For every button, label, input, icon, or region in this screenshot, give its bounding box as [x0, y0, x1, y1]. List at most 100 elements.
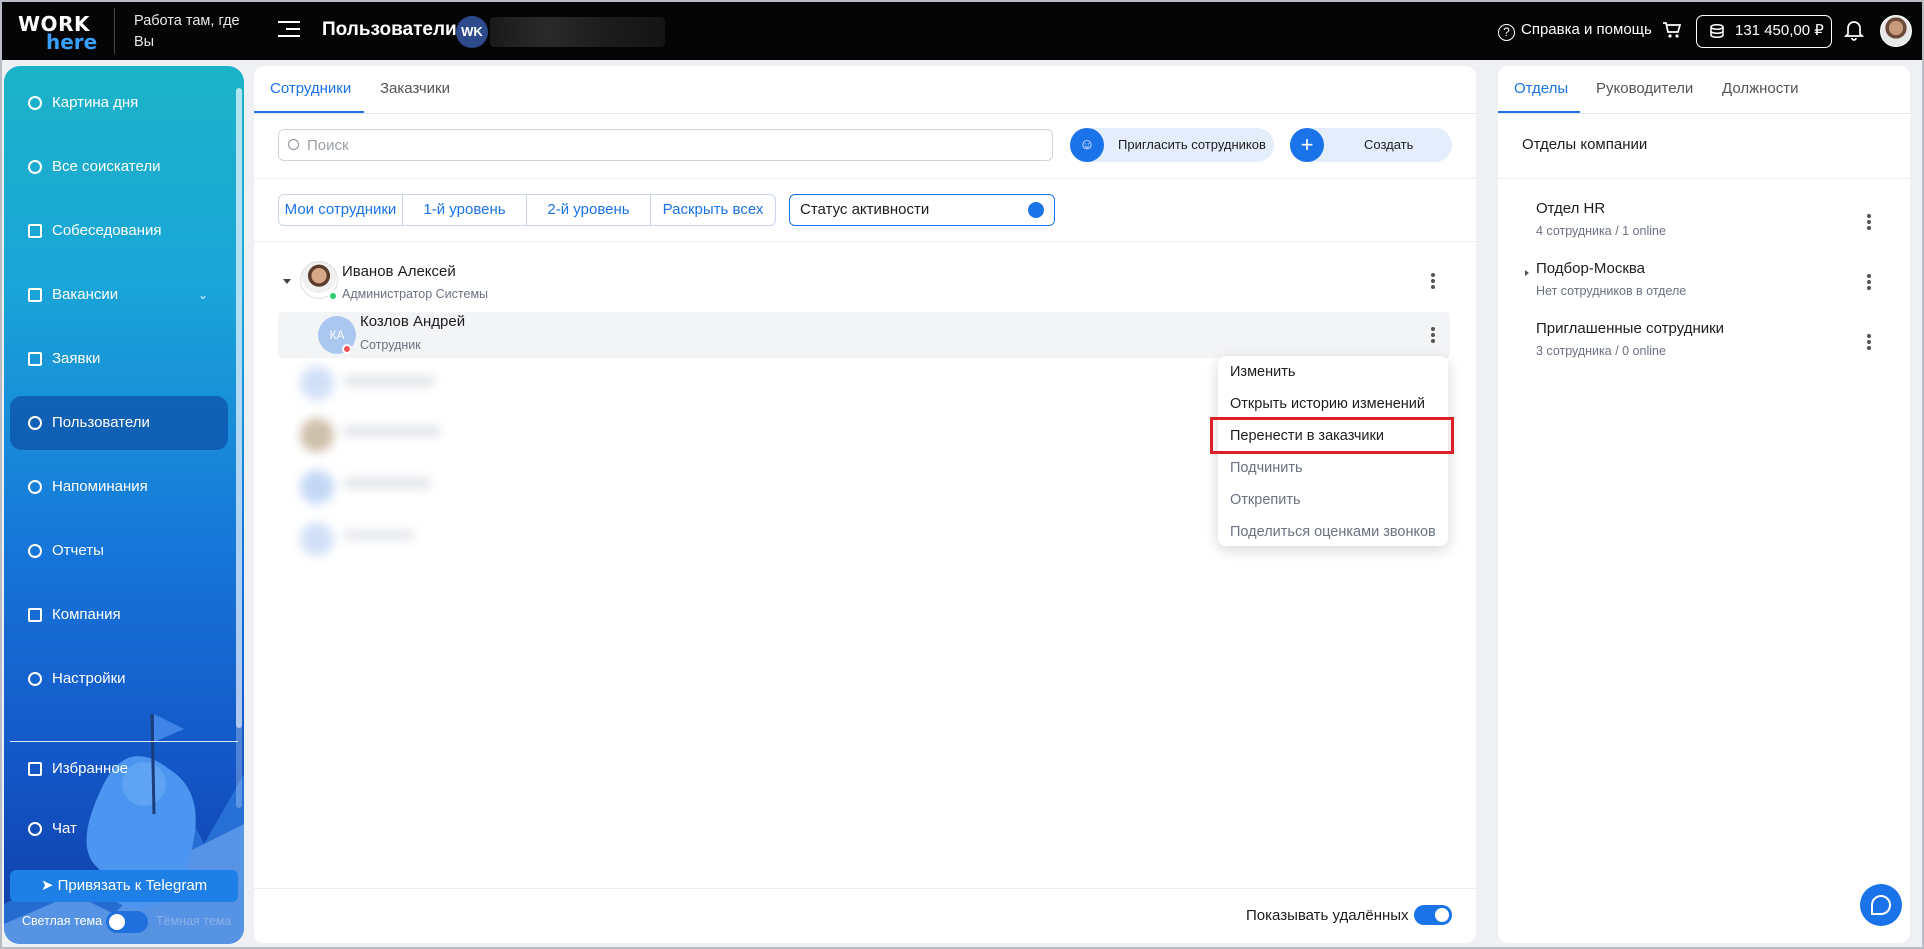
sidebar-item-settings[interactable]: Настройки [10, 652, 228, 706]
logo[interactable]: WORK here [18, 12, 98, 54]
user-avatar[interactable] [1880, 15, 1912, 47]
department-item[interactable]: Приглашенные сотрудники 3 сотрудника / 0… [1536, 320, 1876, 366]
sidebar-item-label: Вакансии [52, 286, 119, 303]
org-name-redacted [490, 17, 665, 47]
department-item[interactable]: Отдел HR 4 сотрудника / 1 online [1536, 200, 1876, 246]
employee-name: Козлов Андрей [360, 313, 466, 330]
divider [254, 888, 1476, 889]
sidebar-item-label: Напоминания [52, 478, 148, 495]
sidebar-item-vacancies[interactable]: Вакансии ⌄ [10, 268, 228, 322]
sidebar-item-day-picture[interactable]: Картина дня [10, 76, 228, 130]
employee-row[interactable]: КА Козлов Андрей Сотрудник [278, 312, 1450, 358]
theme-toggle[interactable] [106, 911, 148, 933]
menu-item-edit[interactable]: Изменить [1218, 356, 1448, 388]
divider [254, 241, 1476, 242]
employee-row[interactable]: Иванов Алексей Администратор Системы [278, 257, 1450, 303]
header-divider [114, 8, 115, 54]
department-item[interactable]: Подбор-Москва Нет сотрудников в отделе [1525, 260, 1876, 306]
more-icon[interactable] [1862, 212, 1876, 234]
telegram-icon: ➤ [40, 877, 58, 894]
department-info: 4 сотрудника / 1 online [1536, 224, 1666, 238]
tab-customers[interactable]: Заказчики [380, 80, 450, 97]
sidebar-item-label: Все соискатели [52, 158, 161, 175]
sidebar-item-requests[interactable]: Заявки [10, 332, 228, 386]
grid-icon [28, 762, 42, 776]
telegram-label: Привязать к Telegram [57, 877, 208, 894]
sidebar-item-label: Собеседования [52, 222, 162, 239]
sidebar-item-label: Чат [52, 820, 77, 837]
tab-employees[interactable]: Сотрудники [270, 80, 351, 97]
menu-item-subordinate[interactable]: Подчинить [1218, 452, 1448, 484]
tab-positions[interactable]: Должности [1722, 80, 1799, 97]
help-link[interactable]: ? Справка и помощь [1498, 21, 1652, 41]
slogan: Работа там, где Вы [134, 13, 240, 50]
invite-label: Пригласить сотрудников [1118, 137, 1266, 152]
more-icon[interactable] [1426, 271, 1440, 293]
chevron-down-icon[interactable]: ⌄ [198, 268, 208, 322]
menu-item-share-call-ratings[interactable]: Поделиться оценками звонков [1218, 516, 1448, 548]
calendar-icon [28, 224, 42, 238]
main-tabs: Сотрудники Заказчики [254, 66, 1476, 114]
logo-here: here [46, 30, 98, 54]
filter-level-2[interactable]: 2-й уровень [527, 195, 651, 225]
department-name: Подбор-Москва [1536, 260, 1646, 277]
activity-status-select[interactable]: Статус активности [789, 194, 1055, 226]
sidebar-item-chat[interactable]: Чат [10, 802, 228, 856]
filter-expand-all[interactable]: Раскрыть всех [651, 195, 775, 225]
employee-role: Сотрудник [360, 338, 421, 352]
tab-departments[interactable]: Отделы [1514, 80, 1568, 97]
bell-icon[interactable] [1844, 19, 1864, 41]
more-icon[interactable] [1862, 332, 1876, 354]
sidebar-item-reminders[interactable]: Напоминания [10, 460, 228, 514]
filter-icon [1028, 202, 1044, 218]
balance-button[interactable]: 131 450,00 ₽ [1696, 15, 1832, 48]
tab-managers[interactable]: Руководители [1596, 80, 1693, 97]
departments-panel: Отделы Руководители Должности Отделы ком… [1498, 66, 1910, 943]
offline-status-dot [342, 344, 352, 354]
coins-icon [1710, 24, 1724, 38]
menu-item-history[interactable]: Открыть историю изменений [1218, 388, 1448, 420]
divider [1498, 113, 1910, 114]
menu-toggle-icon[interactable] [278, 21, 300, 41]
add-user-icon: ☺ [1070, 128, 1104, 162]
sidebar-item-users[interactable]: Пользователи [10, 396, 228, 450]
filter-level-1[interactable]: 1-й уровень [403, 195, 527, 225]
search-input[interactable] [278, 129, 1053, 161]
filter-my-employees[interactable]: Мои сотрудники [279, 195, 403, 225]
sidebar-item-label: Избранное [52, 760, 129, 777]
sidebar-item-reports[interactable]: Отчеты [10, 524, 228, 578]
sidebar-item-label: Отчеты [52, 542, 104, 559]
create-button[interactable]: + Создать [1290, 128, 1452, 162]
timer-icon [28, 480, 42, 494]
sun-icon [109, 914, 125, 930]
expand-arrow-icon[interactable] [1525, 270, 1529, 276]
collapse-arrow-icon[interactable] [283, 279, 291, 284]
menu-item-detach[interactable]: Открепить [1218, 484, 1448, 516]
sidebar-scrollbar[interactable] [236, 88, 242, 808]
invite-employees-button[interactable]: ☺ Пригласить сотрудников [1070, 128, 1274, 162]
more-icon[interactable] [1426, 325, 1440, 347]
sidebar-item-candidates[interactable]: Все соискатели [10, 140, 228, 194]
sidebar-item-favorites[interactable]: Избранное [10, 742, 228, 796]
online-status-dot [328, 291, 338, 301]
show-deleted-toggle[interactable] [1414, 905, 1452, 925]
department-name: Приглашенные сотрудники [1536, 320, 1725, 337]
sidebar-item-interviews[interactable]: Собеседования [10, 204, 228, 258]
more-icon[interactable] [1862, 272, 1876, 294]
hierarchy-filter-group: Мои сотрудники 1-й уровень 2-й уровень Р… [278, 194, 776, 226]
sidebar-item-label: Настройки [52, 670, 126, 687]
org-avatar[interactable]: WK [456, 16, 488, 48]
employee-name: Иванов Алексей [342, 263, 456, 280]
sidebar-item-label: Пользователи [52, 414, 150, 431]
telegram-link-button[interactable]: ➤ Привязать к Telegram [10, 870, 238, 902]
support-chat-icon[interactable] [1860, 884, 1902, 926]
gear-icon [28, 672, 42, 686]
sidebar-item-company[interactable]: Компания [10, 588, 228, 642]
redacted-employee-list [278, 366, 448, 571]
department-info: 3 сотрудника / 0 online [1536, 344, 1666, 358]
cart-icon[interactable] [1662, 20, 1682, 40]
briefcase-icon [28, 288, 42, 302]
user-circle-icon [28, 416, 42, 430]
departments-title: Отделы компании [1522, 136, 1648, 153]
sidebar-item-label: Картина дня [52, 94, 139, 111]
